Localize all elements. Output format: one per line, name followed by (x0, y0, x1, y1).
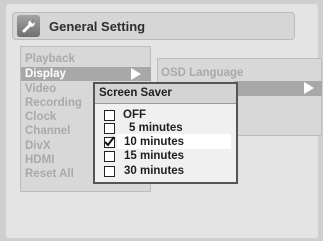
checkbox-30-minutes[interactable] (104, 165, 115, 177)
checkbox-15-minutes[interactable] (104, 150, 115, 162)
submenu-arrow-icon (131, 68, 141, 80)
menu-item-video[interactable]: Video (25, 83, 56, 96)
option-off[interactable]: OFF (104, 108, 146, 122)
submenu-item-arrow-icon (304, 82, 314, 94)
option-label: 15 minutes (124, 150, 185, 162)
menu-item-hdmi[interactable]: HDMI (25, 154, 54, 167)
option-label: OFF (123, 109, 146, 121)
menu-item-reset-all[interactable]: Reset All (25, 168, 74, 181)
checkmark-icon (104, 135, 115, 147)
menu-item-display[interactable]: Display (25, 68, 66, 81)
menu-item-channel[interactable]: Channel (25, 125, 70, 138)
dialog-title: Screen Saver (95, 84, 236, 104)
header-bar: General Setting (12, 12, 295, 40)
option-label: 5 minutes (129, 122, 183, 134)
option-label: 10 minutes (124, 136, 185, 148)
option-10-minutes[interactable]: 10 minutes (104, 135, 184, 149)
option-5-minutes[interactable]: 5 minutes (104, 121, 183, 135)
checkbox-10-minutes[interactable] (104, 135, 115, 148)
wrench-icon (17, 15, 40, 37)
option-15-minutes[interactable]: 15 minutes (104, 149, 184, 163)
checkbox-5-minutes[interactable] (104, 122, 115, 134)
menu-item-recording[interactable]: Recording (25, 97, 82, 110)
menu-item-clock[interactable]: Clock (25, 111, 56, 124)
menu-item-playback[interactable]: Playback (25, 53, 75, 66)
page-title: General Setting (49, 18, 146, 34)
menu-item-divx[interactable]: DivX (25, 140, 51, 153)
option-label: 30 minutes (124, 165, 185, 177)
checkbox-off[interactable] (104, 109, 115, 121)
option-30-minutes[interactable]: 30 minutes (104, 164, 184, 178)
submenu-item-osd-language[interactable]: OSD Language (161, 67, 243, 79)
